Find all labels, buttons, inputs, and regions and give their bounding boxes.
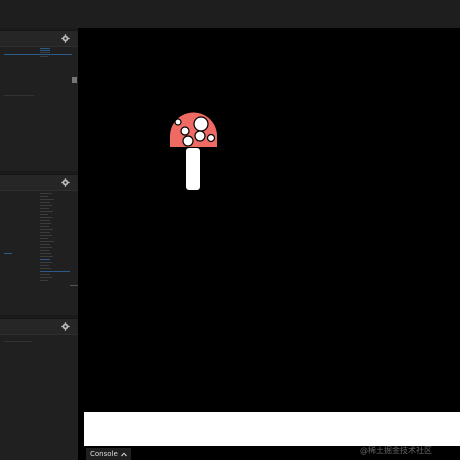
mushroom-illustration <box>170 112 217 190</box>
chevron-up-icon <box>120 452 127 456</box>
gear-icon[interactable] <box>61 34 70 43</box>
editor-panel-2 <box>0 174 78 315</box>
mushroom-stem <box>186 148 200 190</box>
scrollbar-marker <box>70 285 78 286</box>
editor-panel-3 <box>0 318 78 460</box>
panel-header <box>0 175 78 191</box>
console-output[interactable] <box>84 412 460 446</box>
mushroom-spot <box>193 116 209 132</box>
editor-panel-1 <box>0 30 78 171</box>
gear-icon[interactable] <box>61 322 70 331</box>
panel-header <box>0 319 78 335</box>
mushroom-spot <box>180 126 190 136</box>
console-tab-label: Console <box>90 450 118 458</box>
watermark: @稀土掘金技术社区 <box>360 446 432 455</box>
app-window: Console @稀土掘金技术社区 <box>0 0 460 460</box>
mushroom-spot <box>194 130 206 142</box>
scrollbar-thumb[interactable] <box>72 77 77 83</box>
mushroom-spot <box>206 133 216 143</box>
top-toolbar <box>0 0 460 28</box>
console-tab[interactable]: Console <box>86 448 131 460</box>
gear-icon[interactable] <box>61 178 70 187</box>
mushroom-spot <box>174 118 182 126</box>
mushroom-spot <box>182 135 194 147</box>
panel-header <box>0 31 78 47</box>
preview-canvas[interactable] <box>78 28 460 412</box>
